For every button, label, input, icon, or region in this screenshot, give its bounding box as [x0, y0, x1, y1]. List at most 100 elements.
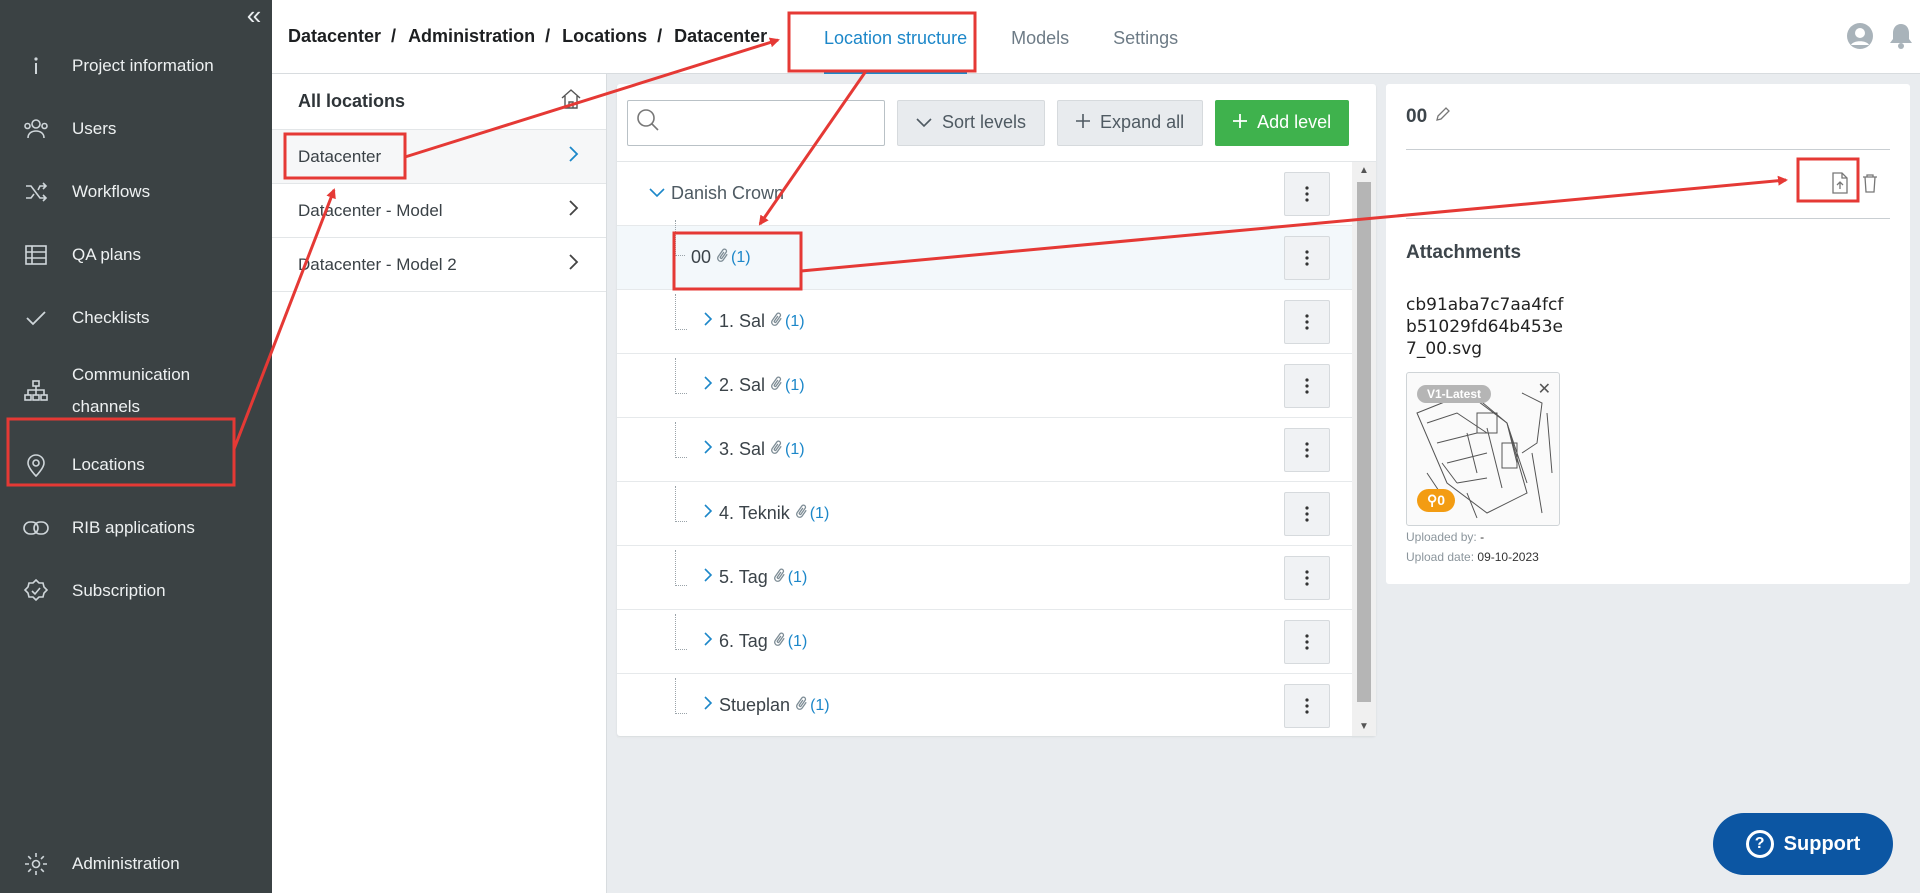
sidebar-item-users[interactable]: Users	[0, 97, 272, 160]
attachment-link[interactable]: (1)	[771, 375, 805, 396]
chevron-right-icon[interactable]	[703, 567, 713, 588]
tree-row[interactable]: 3. Sal (1)	[617, 418, 1352, 482]
chevron-right-icon[interactable]	[703, 503, 713, 524]
sidebar-item-label: Checklists	[72, 307, 150, 327]
sidebar-item-qa-plans[interactable]: QA plans	[0, 223, 272, 286]
tree-row[interactable]: 2. Sal (1)	[617, 354, 1352, 418]
sidebar-item-subscription[interactable]: Subscription	[0, 559, 272, 622]
location-item-datacenter-model-2[interactable]: Datacenter - Model 2	[272, 238, 606, 292]
close-icon[interactable]: ✕	[1538, 379, 1551, 399]
tree-connector	[675, 358, 687, 394]
trash-icon[interactable]	[1858, 169, 1882, 197]
version-badge: V1-Latest	[1417, 385, 1492, 403]
tree-row[interactable]: 4. Teknik (1)	[617, 482, 1352, 546]
location-label: Datacenter - Model	[298, 200, 443, 220]
sidebar-item-communication-channels[interactable]: Communication channels	[0, 349, 272, 433]
sidebar-item-checklists[interactable]: Checklists	[0, 286, 272, 349]
row-menu-button[interactable]	[1284, 620, 1330, 664]
add-level-label: Add level	[1257, 112, 1332, 132]
tree-row[interactable]: 6. Tag (1)	[617, 610, 1352, 674]
tabs: Location structure Models Settings	[802, 0, 1200, 74]
row-menu-button[interactable]	[1284, 428, 1330, 472]
sidebar-item-project-information[interactable]: Project information	[0, 34, 272, 97]
hierarchy-icon	[22, 377, 50, 405]
attachment-link[interactable]: (1)	[771, 311, 805, 332]
detail-title: 00	[1406, 106, 1428, 127]
upload-date-value: 09-10-2023	[1477, 550, 1539, 564]
tree-row[interactable]: Stueplan (1)	[617, 674, 1352, 738]
tree-row[interactable]: 1. Sal (1)	[617, 290, 1352, 354]
sidebar-item-workflows[interactable]: Workflows	[0, 160, 272, 223]
chevron-right-icon[interactable]	[703, 375, 713, 396]
row-menu-button[interactable]	[1284, 236, 1330, 280]
breadcrumb-item[interactable]: Locations	[562, 26, 647, 47]
location-item-datacenter-model[interactable]: Datacenter - Model	[272, 184, 606, 238]
collapse-sidebar-icon[interactable]: «	[242, 2, 266, 28]
attachment-link[interactable]: (1)	[773, 567, 807, 588]
home-icon[interactable]	[560, 89, 582, 114]
sidebar-item-label: Workflows	[72, 181, 151, 201]
plus-icon	[1233, 111, 1248, 134]
search-box	[627, 99, 885, 146]
row-menu-button[interactable]	[1284, 300, 1330, 344]
tree-level-label: 4. Teknik	[719, 503, 790, 523]
tab-location-structure[interactable]: Location structure	[802, 0, 989, 74]
location-item-datacenter[interactable]: Datacenter	[272, 130, 606, 184]
breadcrumb-item[interactable]: Administration	[408, 26, 535, 47]
sidebar-item-rib-applications[interactable]: RIB applications	[0, 496, 272, 559]
attachment-link[interactable]: (1)	[771, 439, 805, 460]
row-menu-button[interactable]	[1284, 172, 1330, 216]
search-input[interactable]	[666, 102, 884, 143]
breadcrumb-item[interactable]: Datacenter	[288, 26, 381, 47]
sidebar-item-label: RIB applications	[72, 517, 195, 537]
row-menu-button[interactable]	[1284, 492, 1330, 536]
sidebar-item-label: Administration	[72, 853, 180, 873]
scroll-down-icon[interactable]: ▼	[1352, 718, 1376, 736]
sort-levels-label: Sort levels	[942, 112, 1027, 132]
bell-icon[interactable]	[1888, 22, 1914, 55]
tab-settings[interactable]: Settings	[1091, 0, 1200, 74]
row-menu-button[interactable]	[1284, 364, 1330, 408]
tab-models[interactable]: Models	[989, 0, 1091, 74]
attachment-link[interactable]: (1)	[795, 503, 829, 524]
tree-row-selected[interactable]: 00 (1)	[617, 220, 1352, 290]
structure-toolbar: Sort levels Expand all Add level	[617, 84, 1376, 162]
tree-connector	[675, 678, 687, 714]
pencil-icon[interactable]	[1435, 106, 1451, 128]
tree-scrollbar[interactable]: ▲ ▼	[1352, 162, 1376, 736]
upload-file-icon[interactable]	[1828, 169, 1852, 197]
locations-panel: All locations Datacenter Datacenter - Mo…	[272, 74, 607, 893]
attachments-title: Attachments	[1406, 242, 1522, 263]
users-icon	[22, 115, 50, 143]
attachment-link[interactable]: (1)	[796, 695, 830, 716]
attachment-count: (1)	[810, 696, 830, 714]
scroll-up-icon[interactable]: ▲	[1352, 162, 1376, 180]
add-level-button[interactable]: Add level	[1215, 99, 1350, 146]
chevron-right-icon[interactable]	[703, 311, 713, 332]
paperclip-icon	[773, 631, 786, 652]
attachment-thumbnail[interactable]: V1-Latest ✕ ⚲0	[1406, 372, 1560, 526]
user-avatar-icon[interactable]	[1846, 22, 1874, 55]
row-menu-button[interactable]	[1284, 684, 1330, 728]
chevron-right-icon[interactable]	[703, 439, 713, 460]
breadcrumb-item[interactable]: Datacenter	[674, 26, 767, 47]
chevron-right-icon[interactable]	[703, 631, 713, 652]
tree-level-label: 3. Sal	[719, 439, 766, 459]
scrollbar-thumb[interactable]	[1357, 182, 1371, 702]
tree-connector	[675, 550, 687, 586]
chevron-right-icon[interactable]	[703, 695, 713, 716]
attachment-link[interactable]: (1)	[717, 247, 751, 268]
sidebar-item-administration[interactable]: Administration	[0, 832, 272, 893]
tree-level-label: 00	[691, 247, 712, 267]
tree-row[interactable]: 5. Tag (1)	[617, 546, 1352, 610]
chevron-down-icon[interactable]	[649, 185, 665, 203]
tree-row-root[interactable]: Danish Crown	[617, 162, 1352, 226]
attachment-file-name: cb91aba7c7aa4fcfb51029fd64b453e7_00.svg	[1406, 295, 1564, 359]
attachment-link[interactable]: (1)	[773, 631, 807, 652]
sort-levels-button[interactable]: Sort levels	[897, 99, 1046, 146]
expand-all-button[interactable]: Expand all	[1057, 99, 1204, 146]
row-menu-button[interactable]	[1284, 556, 1330, 600]
support-button[interactable]: ? Support	[1713, 813, 1893, 875]
table-icon	[22, 241, 50, 269]
sidebar-item-locations[interactable]: Locations	[0, 433, 272, 496]
